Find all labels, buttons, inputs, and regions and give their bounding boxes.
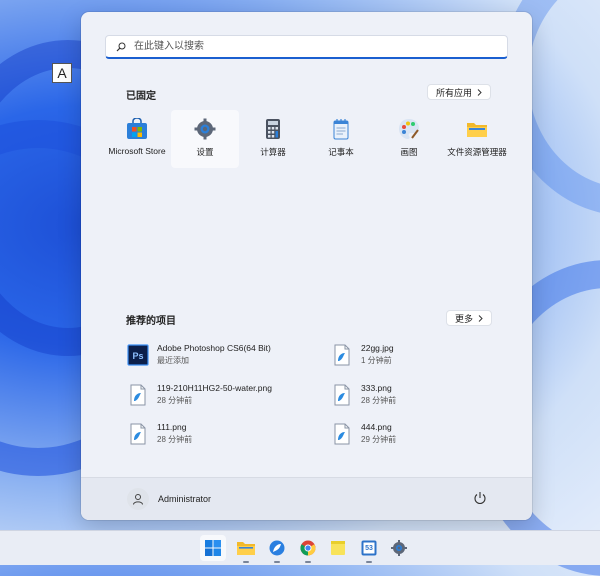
feather-app-icon <box>269 540 285 556</box>
search-input[interactable] <box>132 40 496 53</box>
chevron-right-icon <box>477 88 482 96</box>
chevron-right-icon <box>478 314 483 322</box>
photoshop-icon: Ps <box>127 343 149 366</box>
item-time: 28 分钟前 <box>157 435 193 444</box>
item-time: 1 分钟前 <box>361 356 392 365</box>
paint-icon <box>399 119 419 139</box>
pinned-app-file-explorer[interactable]: 文件资源管理器 <box>443 110 511 168</box>
power-icon <box>474 492 486 505</box>
taskbar: 53 <box>0 530 600 565</box>
svg-text:Ps: Ps <box>132 351 143 361</box>
recommended-title: 推荐的项目 <box>126 316 176 327</box>
pinned-app-settings[interactable]: 设置 <box>171 110 239 168</box>
pinned-app-calculator[interactable]: 计算器 <box>239 110 307 168</box>
item-name: Adobe Photoshop CS6(64 Bit) <box>157 343 271 353</box>
taskbar-sticky-notes[interactable] <box>325 535 351 561</box>
taskbar-app-53[interactable]: 53 <box>356 535 382 563</box>
taskbar-start-button[interactable] <box>200 535 226 561</box>
item-name: 111.png <box>157 422 187 432</box>
recommended-item[interactable]: 111.png 28 分钟前 <box>127 422 192 445</box>
running-indicator <box>243 561 249 563</box>
pinned-app-label: 画图 <box>400 147 418 157</box>
keyboard-a-key-hint: A <box>52 63 72 83</box>
search-icon <box>116 42 126 51</box>
more-label: 更多 <box>455 313 474 324</box>
start-menu: 已固定 所有应用 Microsoft Store <box>81 12 532 520</box>
item-time: 28 分钟前 <box>157 396 193 405</box>
running-indicator <box>305 561 311 563</box>
item-name: 22gg.jpg <box>361 343 394 353</box>
pinned-apps-grid: Microsoft Store 设置 计算器 记事本 画图 文件资源管理器 <box>103 110 511 168</box>
folder-icon <box>467 123 487 137</box>
pinned-app-label: 记事本 <box>328 147 354 157</box>
app-53-label: 53 <box>365 544 373 552</box>
sticky-notes-icon <box>331 541 345 555</box>
running-indicator <box>274 561 280 563</box>
taskbar-file-explorer[interactable] <box>233 535 259 563</box>
pinned-app-label: 设置 <box>196 147 214 157</box>
notepad-icon <box>333 119 349 140</box>
item-name: 333.png <box>361 383 392 393</box>
avatar <box>127 488 149 510</box>
image-file-icon <box>334 423 350 444</box>
pinned-app-microsoft-store[interactable]: Microsoft Store <box>103 110 171 168</box>
file-explorer-icon <box>237 542 255 555</box>
user-name: Administrator <box>158 494 212 504</box>
image-file-icon <box>334 384 350 405</box>
power-button[interactable] <box>473 491 487 510</box>
store-icon <box>127 118 147 139</box>
pinned-app-label: Microsoft Store <box>108 146 166 156</box>
recommended-item[interactable]: Ps Adobe Photoshop CS6(64 Bit) 最近添加 <box>127 343 271 366</box>
item-name: 119-210H11HG2-50-water.png <box>157 383 272 393</box>
chrome-icon <box>300 540 316 556</box>
start-icon <box>205 540 221 556</box>
image-file-icon <box>130 384 146 405</box>
user-icon <box>133 494 143 505</box>
recommended-item[interactable]: 22gg.jpg 1 分钟前 <box>331 343 394 366</box>
item-name: 444.png <box>361 422 392 432</box>
all-apps-label: 所有应用 <box>436 87 473 98</box>
calculator-icon <box>266 119 280 139</box>
recommended-item[interactable]: 119-210H11HG2-50-water.png 28 分钟前 <box>127 383 272 406</box>
search-box[interactable] <box>105 35 508 59</box>
pinned-app-label: 计算器 <box>260 147 286 157</box>
item-time: 29 分钟前 <box>361 435 397 444</box>
pinned-app-paint[interactable]: 画图 <box>375 110 443 168</box>
user-account-button[interactable]: Administrator <box>127 488 211 510</box>
all-apps-button[interactable]: 所有应用 <box>427 84 492 100</box>
pinned-app-notepad[interactable]: 记事本 <box>307 110 375 168</box>
image-file-icon <box>130 423 146 444</box>
item-time: 最近添加 <box>157 356 189 365</box>
taskbar-settings[interactable] <box>386 535 412 561</box>
recommended-item[interactable]: 444.png 29 分钟前 <box>331 422 396 445</box>
settings-gear-icon <box>194 118 216 140</box>
image-file-icon <box>334 344 350 365</box>
item-time: 28 分钟前 <box>361 396 397 405</box>
taskbar-chrome[interactable] <box>295 535 321 563</box>
start-menu-footer: Administrator <box>81 477 532 520</box>
recommended-item[interactable]: 333.png 28 分钟前 <box>331 383 396 406</box>
pinned-app-label: 文件资源管理器 <box>447 147 507 157</box>
settings-icon <box>391 540 407 556</box>
pinned-title: 已固定 <box>126 91 156 102</box>
more-button[interactable]: 更多 <box>446 310 493 326</box>
running-indicator <box>366 561 372 563</box>
taskbar-feather-app[interactable] <box>264 535 290 563</box>
